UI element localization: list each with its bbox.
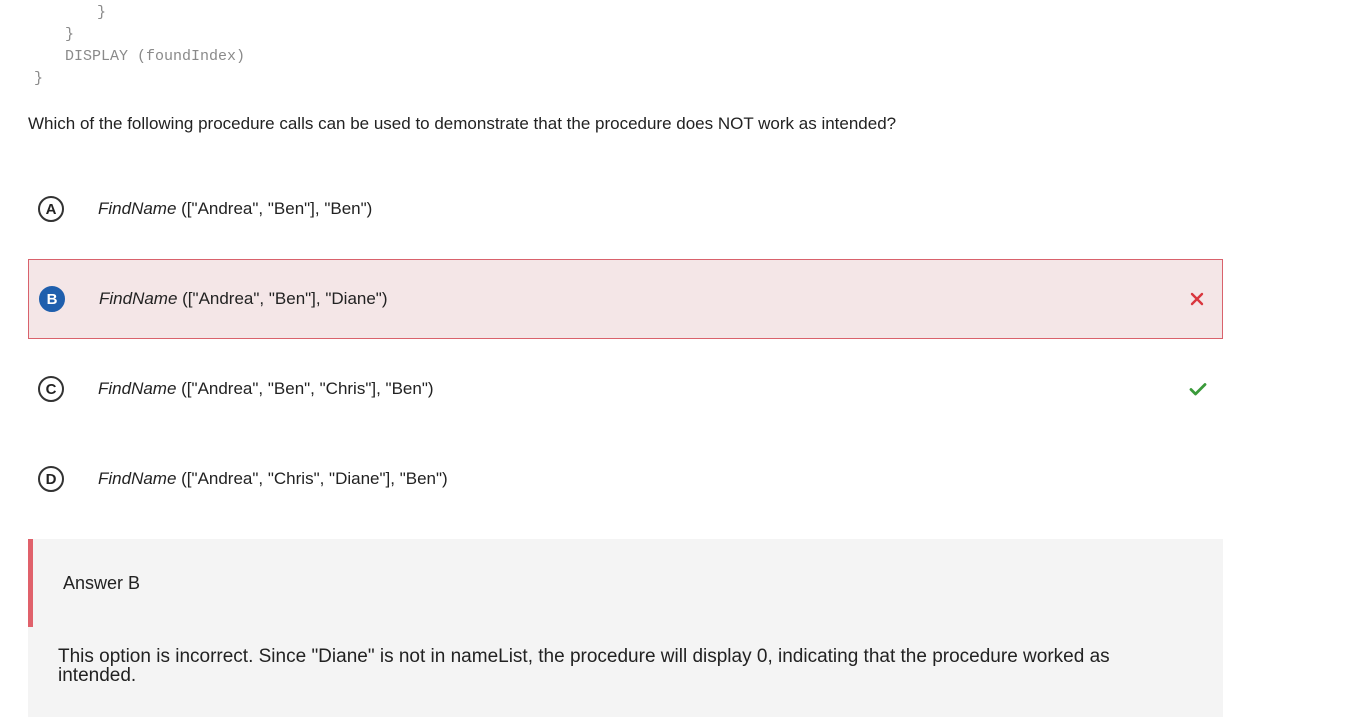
- close-icon: [1188, 290, 1206, 308]
- code-line: DISPLAY (foundIndex): [65, 48, 246, 65]
- choice-d[interactable]: D FindName (["Andrea", "Chris", "Diane"]…: [28, 439, 1223, 519]
- choice-letter-badge: A: [38, 196, 64, 222]
- function-args: (["Andrea", "Ben"], "Diane"): [177, 289, 388, 308]
- choice-letter-badge: B: [39, 286, 65, 312]
- answer-title: Answer B: [63, 573, 141, 593]
- choice-text: FindName (["Andrea", "Chris", "Diane"], …: [98, 469, 448, 489]
- code-line: }: [34, 70, 44, 87]
- choice-letter-badge: D: [38, 466, 64, 492]
- choice-letter-badge: C: [38, 376, 64, 402]
- answer-explanation: This option is incorrect. Since "Diane" …: [58, 646, 1110, 686]
- function-args: (["Andrea", "Ben"], "Ben"): [176, 199, 373, 218]
- function-name: FindName: [98, 199, 177, 218]
- choice-text: FindName (["Andrea", "Ben", "Chris"], "B…: [98, 379, 434, 399]
- check-icon: [1189, 380, 1207, 398]
- code-snippet: } } DISPLAY (foundIndex) }: [0, 0, 600, 100]
- code-line: }: [97, 4, 107, 21]
- question-text: Which of the following procedure calls c…: [28, 114, 897, 133]
- answer-accent-bar: [28, 539, 33, 627]
- function-name: FindName: [98, 469, 177, 488]
- choice-c[interactable]: C FindName (["Andrea", "Ben", "Chris"], …: [28, 349, 1223, 429]
- function-args: (["Andrea", "Ben", "Chris"], "Ben"): [176, 379, 434, 398]
- choice-b[interactable]: B FindName (["Andrea", "Ben"], "Diane"): [28, 259, 1223, 339]
- answer-panel: Answer B This option is incorrect. Since…: [28, 539, 1223, 717]
- choice-a[interactable]: A FindName (["Andrea", "Ben"], "Ben"): [28, 169, 1223, 249]
- function-args: (["Andrea", "Chris", "Diane"], "Ben"): [176, 469, 448, 488]
- choice-text: FindName (["Andrea", "Ben"], "Diane"): [99, 289, 388, 309]
- function-name: FindName: [98, 379, 177, 398]
- code-line: }: [65, 26, 75, 43]
- choice-text: FindName (["Andrea", "Ben"], "Ben"): [98, 199, 372, 219]
- function-name: FindName: [99, 289, 178, 308]
